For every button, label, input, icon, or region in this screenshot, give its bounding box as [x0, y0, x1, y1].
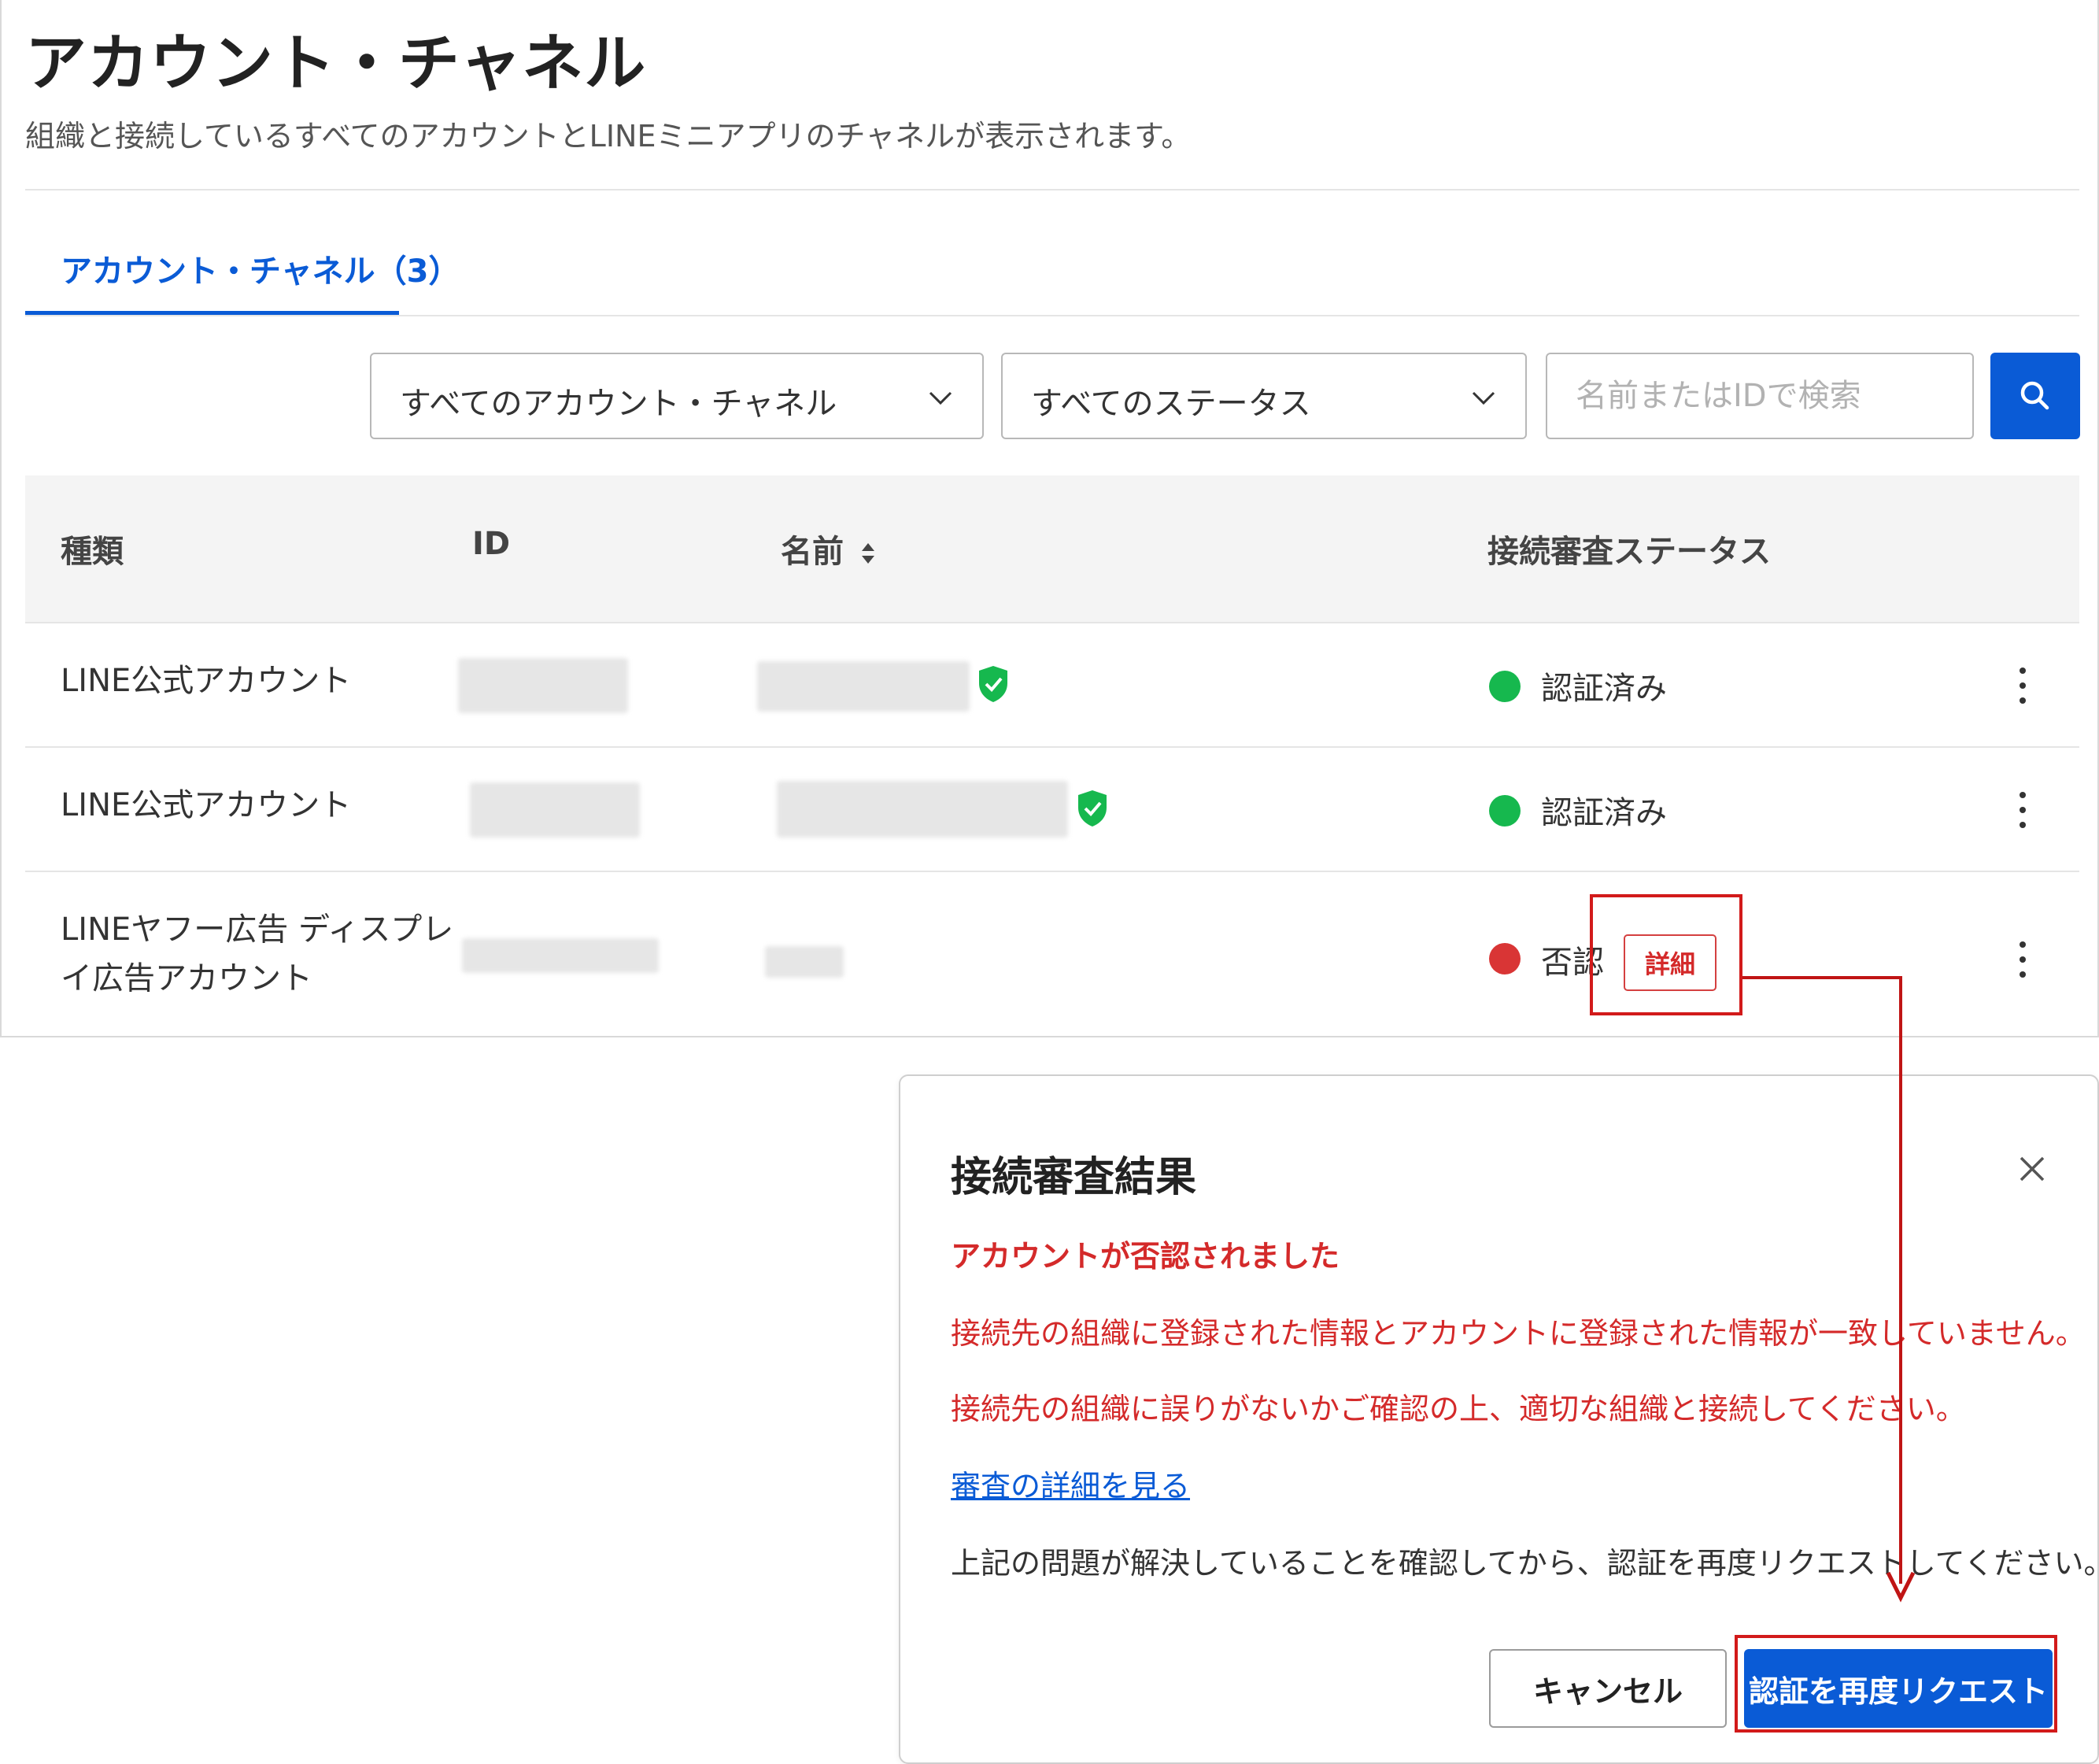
- sort-icon: [861, 543, 874, 564]
- table-row: LINE公式アカウント 認証済み: [25, 746, 2079, 871]
- rejection-message: 接続先の組織に登録された情報とアカウントに登録された情報が一致していません。: [951, 1316, 2086, 1351]
- table-row: LINE公式アカウント 認証済み: [25, 622, 2079, 746]
- search-icon: [2020, 381, 2049, 410]
- row-type: LINE公式アカウント: [61, 663, 352, 699]
- rejected-heading: アカウントが否認されました: [951, 1239, 1340, 1274]
- annotation-highlight-detail: [1590, 894, 1742, 1015]
- modal-title: 接続審査結果: [951, 1154, 1197, 1201]
- close-icon[interactable]: [2018, 1155, 2046, 1183]
- column-header-review-status: 接続審査ステータス: [1487, 534, 1771, 570]
- name-redacted: [777, 781, 1068, 838]
- more-vertical-icon[interactable]: [2018, 668, 2027, 704]
- more-vertical-icon[interactable]: [2018, 941, 2027, 978]
- status-dot-verified: [1489, 671, 1521, 702]
- row-type: LINE公式アカウント: [61, 787, 352, 823]
- shield-check-icon: [1078, 790, 1107, 827]
- column-header-id: ID: [472, 526, 511, 562]
- chevron-down-icon: [1472, 391, 1495, 405]
- table-row: LINEヤフー広告 ディスプレ イ広告アカウント 否認: [25, 871, 2079, 1036]
- status-dot-verified: [1489, 795, 1521, 827]
- status-text: 認証済み: [1541, 795, 1667, 831]
- search-button[interactable]: [1990, 353, 2080, 439]
- review-details-link[interactable]: 審査の詳細を見る: [951, 1462, 1190, 1505]
- column-header-type: 種類: [61, 534, 124, 570]
- tab-divider: [25, 315, 2079, 316]
- status-select-value: すべてのステータス: [1031, 386, 1311, 422]
- search-input[interactable]: [1546, 353, 1974, 439]
- annotation-highlight-reauth: [1735, 1635, 2057, 1733]
- more-vertical-icon[interactable]: [2018, 792, 2027, 828]
- row-type-line2: イ広告アカウント: [61, 960, 312, 997]
- account-type-select[interactable]: すべてのアカウント・チャネル: [370, 353, 984, 439]
- status-select[interactable]: すべてのステータス: [1001, 353, 1527, 439]
- id-redacted: [470, 782, 640, 838]
- shield-check-icon: [979, 666, 1007, 702]
- table-header: 種類 ID 名前 接続審査ステータス: [25, 475, 2079, 622]
- page-description: 組織と接続しているすべてのアカウントとLINEミニアプリのチャネルが表示されます…: [25, 119, 1192, 153]
- divider: [25, 189, 2079, 190]
- id-redacted: [462, 938, 659, 973]
- column-header-name[interactable]: 名前: [781, 526, 877, 571]
- rejection-instruction: 接続先の組織に誤りがないかご確認の上、適切な組織と接続してください。: [951, 1392, 1966, 1426]
- reauth-note: 上記の問題が解決していることを確認してから、認証を再度リクエストしてください。: [951, 1546, 2099, 1581]
- id-redacted: [458, 658, 628, 713]
- tab-label: アカウント・チャネル（3）: [61, 253, 460, 290]
- status-dot-rejected: [1489, 943, 1521, 974]
- column-header-name-label: 名前: [781, 534, 844, 570]
- name-redacted: [765, 946, 844, 978]
- name-redacted: [757, 661, 970, 712]
- account-type-select-value: すべてのアカウント・チャネル: [400, 386, 837, 422]
- cancel-button[interactable]: キャンセル: [1489, 1649, 1727, 1728]
- row-type-line1: LINEヤフー広告 ディスプレ: [61, 912, 454, 948]
- chevron-down-icon: [929, 391, 952, 405]
- tab-accounts-channels[interactable]: アカウント・チャネル（3）: [25, 236, 460, 315]
- status-text: 認証済み: [1541, 671, 1667, 707]
- page-title: アカウント・チャネル: [25, 28, 647, 99]
- accounts-channels-page: アカウント・チャネル 組織と接続しているすべてのアカウントとLINEミニアプリの…: [0, 0, 2099, 1037]
